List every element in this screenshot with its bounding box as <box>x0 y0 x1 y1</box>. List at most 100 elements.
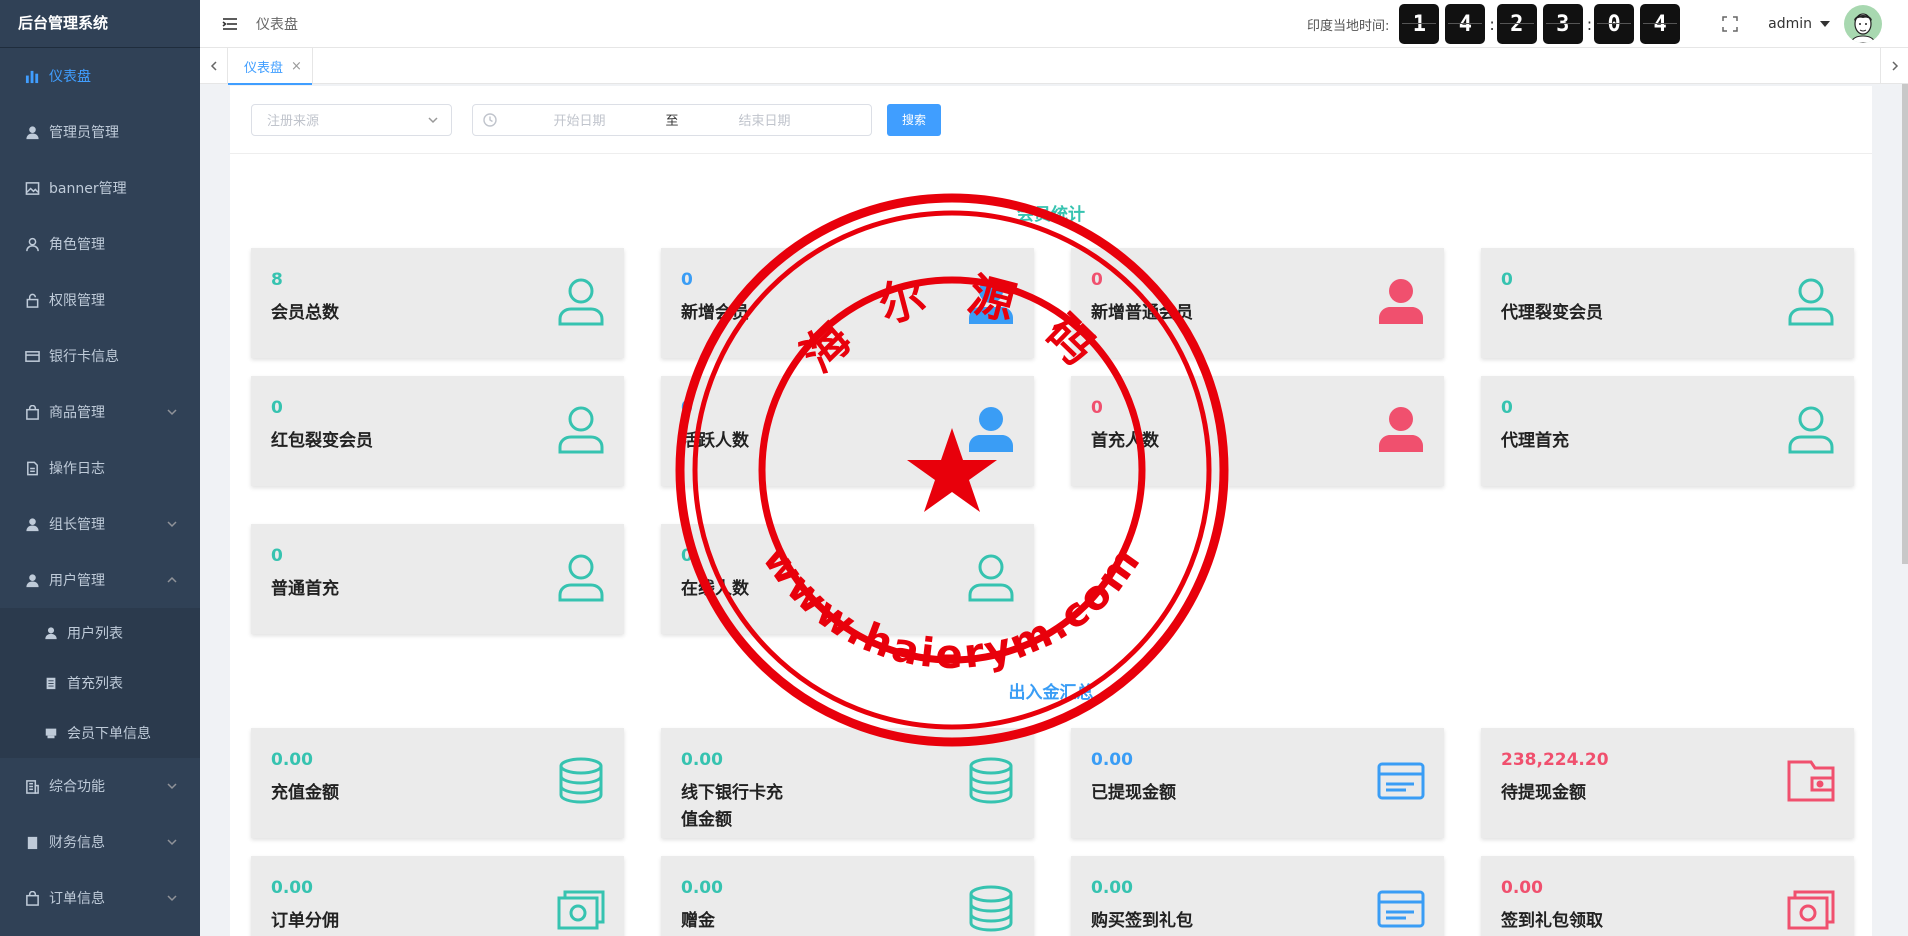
finance-label: 已提现金额 <box>1091 783 1176 803</box>
stat-label: 首充人数 <box>1091 431 1159 451</box>
stat-card: 0 代理裂变会员 <box>1481 248 1854 358</box>
fullscreen-icon[interactable] <box>1722 16 1738 32</box>
stat-label: 新增普通会员 <box>1091 303 1193 323</box>
sidebar-item-goods[interactable]: 商品管理 <box>0 384 200 440</box>
finance-card: 0.00 购买签到礼包 <box>1071 856 1444 936</box>
sidebar-item-admin[interactable]: 管理员管理 <box>0 104 200 160</box>
start-date-input[interactable]: 开始日期 <box>497 110 662 129</box>
scrollbar[interactable] <box>1902 84 1908 936</box>
stat-label: 新增会员 <box>681 303 749 323</box>
stat-value: 0 <box>1091 398 1103 418</box>
stat-card: 0 新增会员 <box>661 248 1034 358</box>
finance-label: 线下银行卡充 值金额 <box>681 783 783 830</box>
chevron-left-icon[interactable] <box>200 48 228 84</box>
sidebar-item-finance[interactable]: 财务信息 <box>0 814 200 870</box>
finance-label: 购买签到礼包 <box>1091 911 1193 931</box>
sidebar-item-users[interactable]: 用户管理 <box>0 552 200 608</box>
clock-icon <box>483 112 497 127</box>
credit-card-icon <box>1376 884 1426 934</box>
sidebar-item-general[interactable]: 综合功能 <box>0 758 200 814</box>
close-icon[interactable]: × <box>291 59 302 74</box>
building-icon <box>24 778 40 794</box>
sidebar-item-label: 用户管理 <box>49 573 105 589</box>
source-select[interactable]: 注册来源 <box>251 103 452 136</box>
printer-icon <box>44 726 58 740</box>
sidebar-subitem-member-orders[interactable]: 会员下单信息 <box>0 708 200 758</box>
sidebar-subitem-first-charge[interactable]: 首充列表 <box>0 658 200 708</box>
user-icon <box>44 626 58 640</box>
chevron-down-icon <box>166 892 178 904</box>
stat-value: 0 <box>681 398 693 418</box>
user-outline-icon <box>556 552 606 602</box>
stat-label: 代理裂变会员 <box>1501 303 1603 323</box>
credit-card-icon <box>24 348 40 364</box>
user-outline-icon <box>966 552 1016 602</box>
stat-value: 0 <box>681 546 693 566</box>
sidebar-item-label: 角色管理 <box>49 237 105 253</box>
sidebar-item-label: 综合功能 <box>49 779 105 795</box>
chevron-down-icon <box>166 836 178 848</box>
stat-value: 0 <box>271 546 283 566</box>
sidebar-item-label: 银行卡信息 <box>49 349 119 365</box>
sidebar-item-dashboard[interactable]: 仪表盘 <box>0 48 200 104</box>
navbar-right: 印度当地时间: 1 4 : 2 3 : 0 4 admin <box>1307 0 1908 48</box>
date-separator: 至 <box>665 114 679 129</box>
money-icon <box>1786 884 1836 934</box>
stat-card: 0 首充人数 <box>1071 376 1444 486</box>
chevron-down-icon <box>166 780 178 792</box>
stat-value: 0 <box>681 270 693 290</box>
finance-section-title: 出入金汇总 <box>1008 683 1094 703</box>
avatar <box>1844 5 1882 43</box>
money-icon <box>556 884 606 934</box>
user-icon <box>966 404 1016 454</box>
date-range-picker[interactable]: 开始日期 至 结束日期 <box>472 103 872 136</box>
sidebar-item-label: 商品管理 <box>49 405 105 421</box>
finance-value: 0.00 <box>271 878 313 898</box>
search-button[interactable]: 搜索 <box>887 103 942 136</box>
source-select-placeholder: 注册来源 <box>267 114 320 129</box>
stat-label: 会员总数 <box>271 303 339 323</box>
stat-card: 0 在线人数 <box>661 524 1034 634</box>
chevron-right-icon[interactable] <box>1880 48 1908 84</box>
user-outline-icon <box>556 404 606 454</box>
stat-label: 在线人数 <box>681 579 749 599</box>
sidebar-item-oplog[interactable]: 操作日志 <box>0 440 200 496</box>
local-time-label: 印度当地时间: <box>1306 18 1390 34</box>
sidebar-item-permission[interactable]: 权限管理 <box>0 272 200 328</box>
clock-digit: 4 <box>1445 4 1486 44</box>
stat-card: 0 新增普通会员 <box>1071 248 1444 358</box>
finance-card: 0.00 充值金额 <box>251 728 624 838</box>
user-icon <box>1376 404 1426 454</box>
finance-value: 0.00 <box>681 878 723 898</box>
tab-dashboard[interactable]: 仪表盘 × <box>228 48 313 85</box>
lock-icon <box>24 292 40 308</box>
sidebar-subitem-user-list[interactable]: 用户列表 <box>0 608 200 658</box>
clock-digit: 0 <box>1594 4 1635 44</box>
main-content: 注册来源 开始日期 至 结束日期 搜索 会员统计 8 会员总数 0 新增会员 0… <box>230 86 1872 936</box>
finance-value: 238,224.20 <box>1501 750 1609 770</box>
sidebar-subitem-label: 会员下单信息 <box>67 726 151 742</box>
sidebar-item-orders[interactable]: 订单信息 <box>0 870 200 926</box>
stat-card: 0 代理首充 <box>1481 376 1854 486</box>
user-icon <box>24 572 40 588</box>
finance-card: 0.00 订单分佣 <box>251 856 624 936</box>
sidebar-subitem-label: 首充列表 <box>67 676 123 692</box>
chevron-up-icon <box>166 574 178 586</box>
finance-value: 0.00 <box>1091 750 1133 770</box>
scrollbar-thumb[interactable] <box>1902 84 1908 564</box>
user-menu[interactable]: admin <box>1768 5 1882 43</box>
breadcrumb[interactable]: 仪表盘 <box>256 14 298 34</box>
finance-label: 签到礼包领取 <box>1501 911 1603 931</box>
sidebar-item-role[interactable]: 角色管理 <box>0 216 200 272</box>
clock-digit: 3 <box>1542 4 1583 44</box>
sidebar-item-bankcard[interactable]: 银行卡信息 <box>0 328 200 384</box>
sidebar-item-leader[interactable]: 组长管理 <box>0 496 200 552</box>
hamburger-icon[interactable] <box>222 17 238 31</box>
finance-card: 0.00 签到礼包领取 <box>1481 856 1854 936</box>
user-outline-icon <box>556 276 606 326</box>
sidebar-item-banner[interactable]: banner管理 <box>0 160 200 216</box>
stat-value: 0 <box>1091 270 1103 290</box>
image-icon <box>24 180 40 196</box>
end-date-input[interactable]: 结束日期 <box>682 110 847 129</box>
finance-value: 0.00 <box>1091 878 1133 898</box>
